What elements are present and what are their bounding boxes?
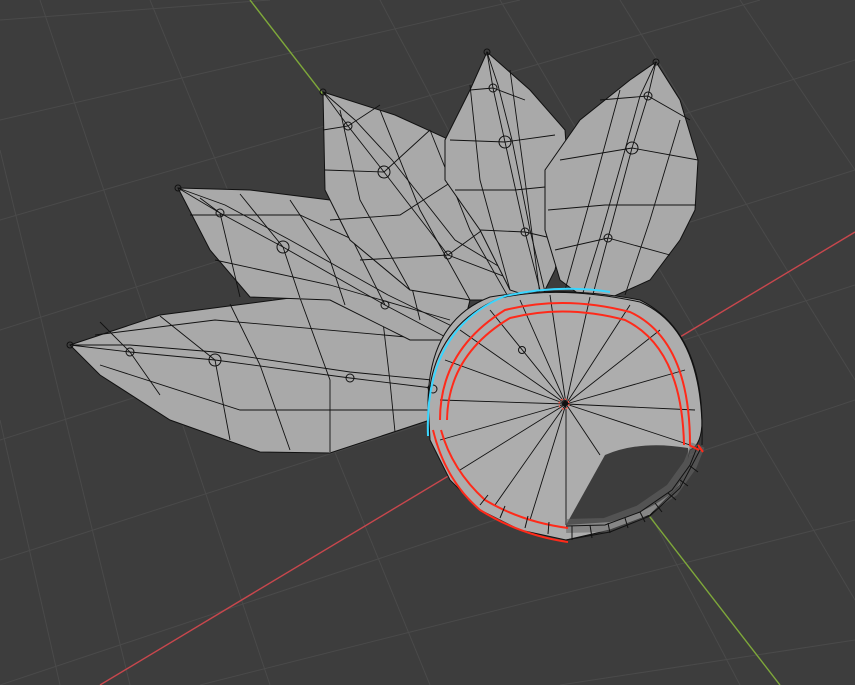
3d-viewport[interactable] (0, 0, 855, 685)
pivot-point (562, 402, 566, 406)
